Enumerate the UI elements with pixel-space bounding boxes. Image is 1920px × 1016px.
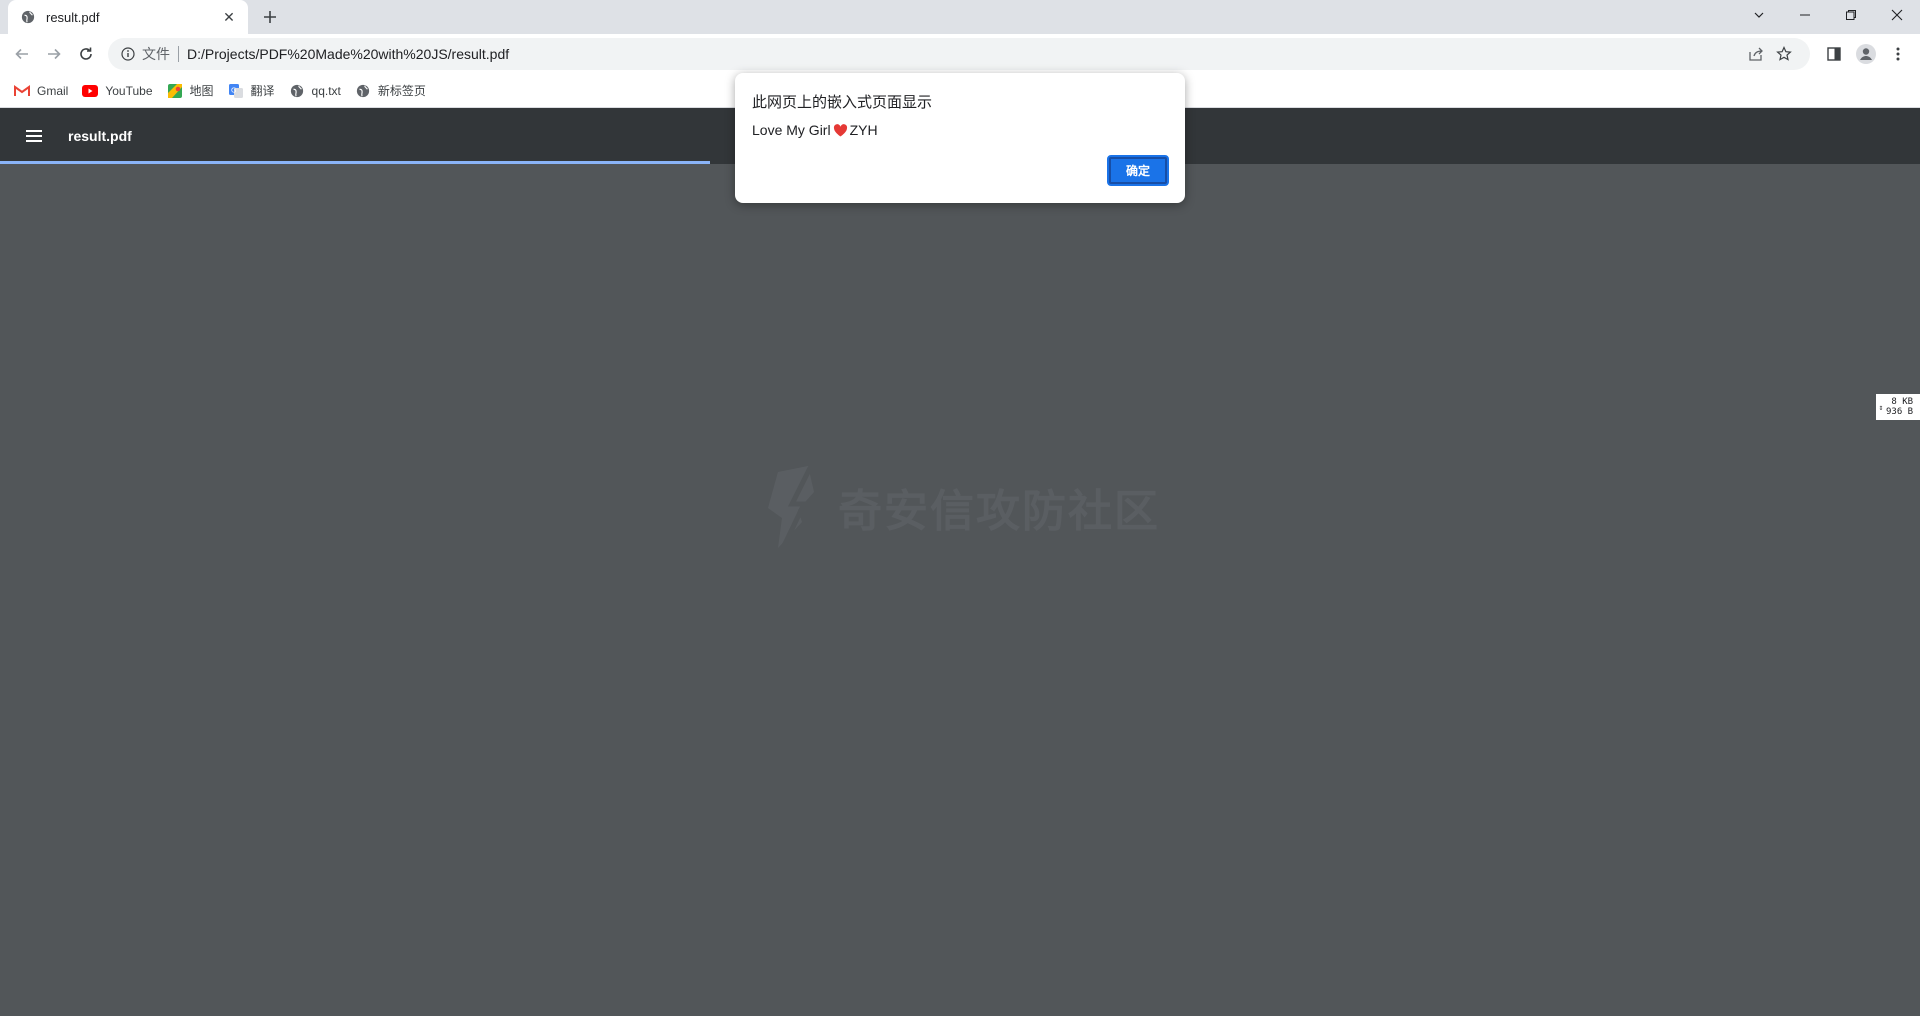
dialog-message-name: ZYH	[849, 122, 878, 138]
svg-text:G: G	[231, 86, 236, 94]
heart-icon	[833, 123, 847, 137]
alert-dialog: 此网页上的嵌入式页面显示 Love My Girl ZYH 确定	[735, 73, 1185, 203]
new-tab-button[interactable]	[258, 5, 282, 29]
up-down-arrow-icon: ⇕	[1878, 402, 1884, 412]
omnibox-divider	[178, 46, 179, 62]
profile-avatar-icon[interactable]	[1850, 38, 1882, 70]
minimize-icon[interactable]	[1782, 0, 1828, 30]
globe-icon	[20, 9, 36, 25]
lightning-logo-icon	[768, 466, 814, 548]
bookmark-gmail[interactable]: Gmail	[8, 77, 74, 105]
globe-icon	[289, 83, 305, 99]
dialog-title: 此网页上的嵌入式页面显示	[752, 94, 933, 111]
bookmark-new-tab-page[interactable]: 新标签页	[349, 77, 432, 105]
maps-icon	[167, 83, 183, 99]
upload-speed: 8 KB	[1891, 397, 1914, 407]
chevron-down-icon[interactable]	[1736, 0, 1782, 30]
bookmark-maps[interactable]: 地图	[161, 77, 220, 105]
download-speed: 936 B	[1886, 407, 1914, 417]
window-controls	[1736, 0, 1920, 30]
pdf-document-area[interactable]	[0, 164, 1920, 1016]
bookmark-youtube[interactable]: YouTube	[76, 77, 158, 105]
gmail-icon	[14, 83, 30, 99]
scheme-label: 文件	[142, 46, 170, 62]
toolbar-actions	[1818, 38, 1914, 70]
forward-button[interactable]	[38, 38, 70, 70]
bookmark-star-icon[interactable]	[1770, 40, 1798, 68]
bookmark-qq-txt[interactable]: qq.txt	[283, 77, 347, 105]
bookmark-translate[interactable]: G 翻译	[222, 77, 281, 105]
tab-strip: result.pdf ✕	[0, 0, 1920, 34]
address-bar[interactable]: 文件 D:/Projects/PDF%20Made%20with%20JS/re…	[108, 38, 1810, 70]
tab-close-icon[interactable]: ✕	[220, 8, 238, 26]
reload-button[interactable]	[70, 38, 102, 70]
info-icon[interactable]	[120, 46, 136, 62]
share-icon[interactable]	[1742, 40, 1770, 68]
globe-icon	[355, 83, 371, 99]
watermark-text: 奇安信攻防社区	[838, 487, 1160, 536]
dialog-message-text: Love My Girl	[752, 122, 831, 138]
pdf-title: result.pdf	[68, 128, 132, 144]
network-speed-widget: ⇕ 8 KB 936 B	[1876, 394, 1920, 420]
watermark: 奇安信攻防社区	[758, 462, 1160, 552]
youtube-icon	[82, 83, 99, 99]
url-text[interactable]: D:/Projects/PDF%20Made%20with%20JS/resul…	[187, 46, 1742, 62]
tab-result-pdf[interactable]: result.pdf ✕	[8, 0, 248, 34]
ok-button[interactable]: 确定	[1107, 155, 1169, 186]
close-icon[interactable]	[1874, 0, 1920, 30]
dialog-message: Love My Girl ZYH	[752, 122, 1168, 138]
restore-icon[interactable]	[1828, 0, 1874, 30]
browser-toolbar: 文件 D:/Projects/PDF%20Made%20with%20JS/re…	[0, 34, 1920, 74]
menu-kebab-icon[interactable]	[1882, 38, 1914, 70]
back-button[interactable]	[6, 38, 38, 70]
tab-title: result.pdf	[46, 9, 100, 25]
side-panel-icon[interactable]	[1818, 38, 1850, 70]
translate-icon: G	[228, 83, 244, 99]
hamburger-menu-icon[interactable]	[10, 112, 58, 160]
